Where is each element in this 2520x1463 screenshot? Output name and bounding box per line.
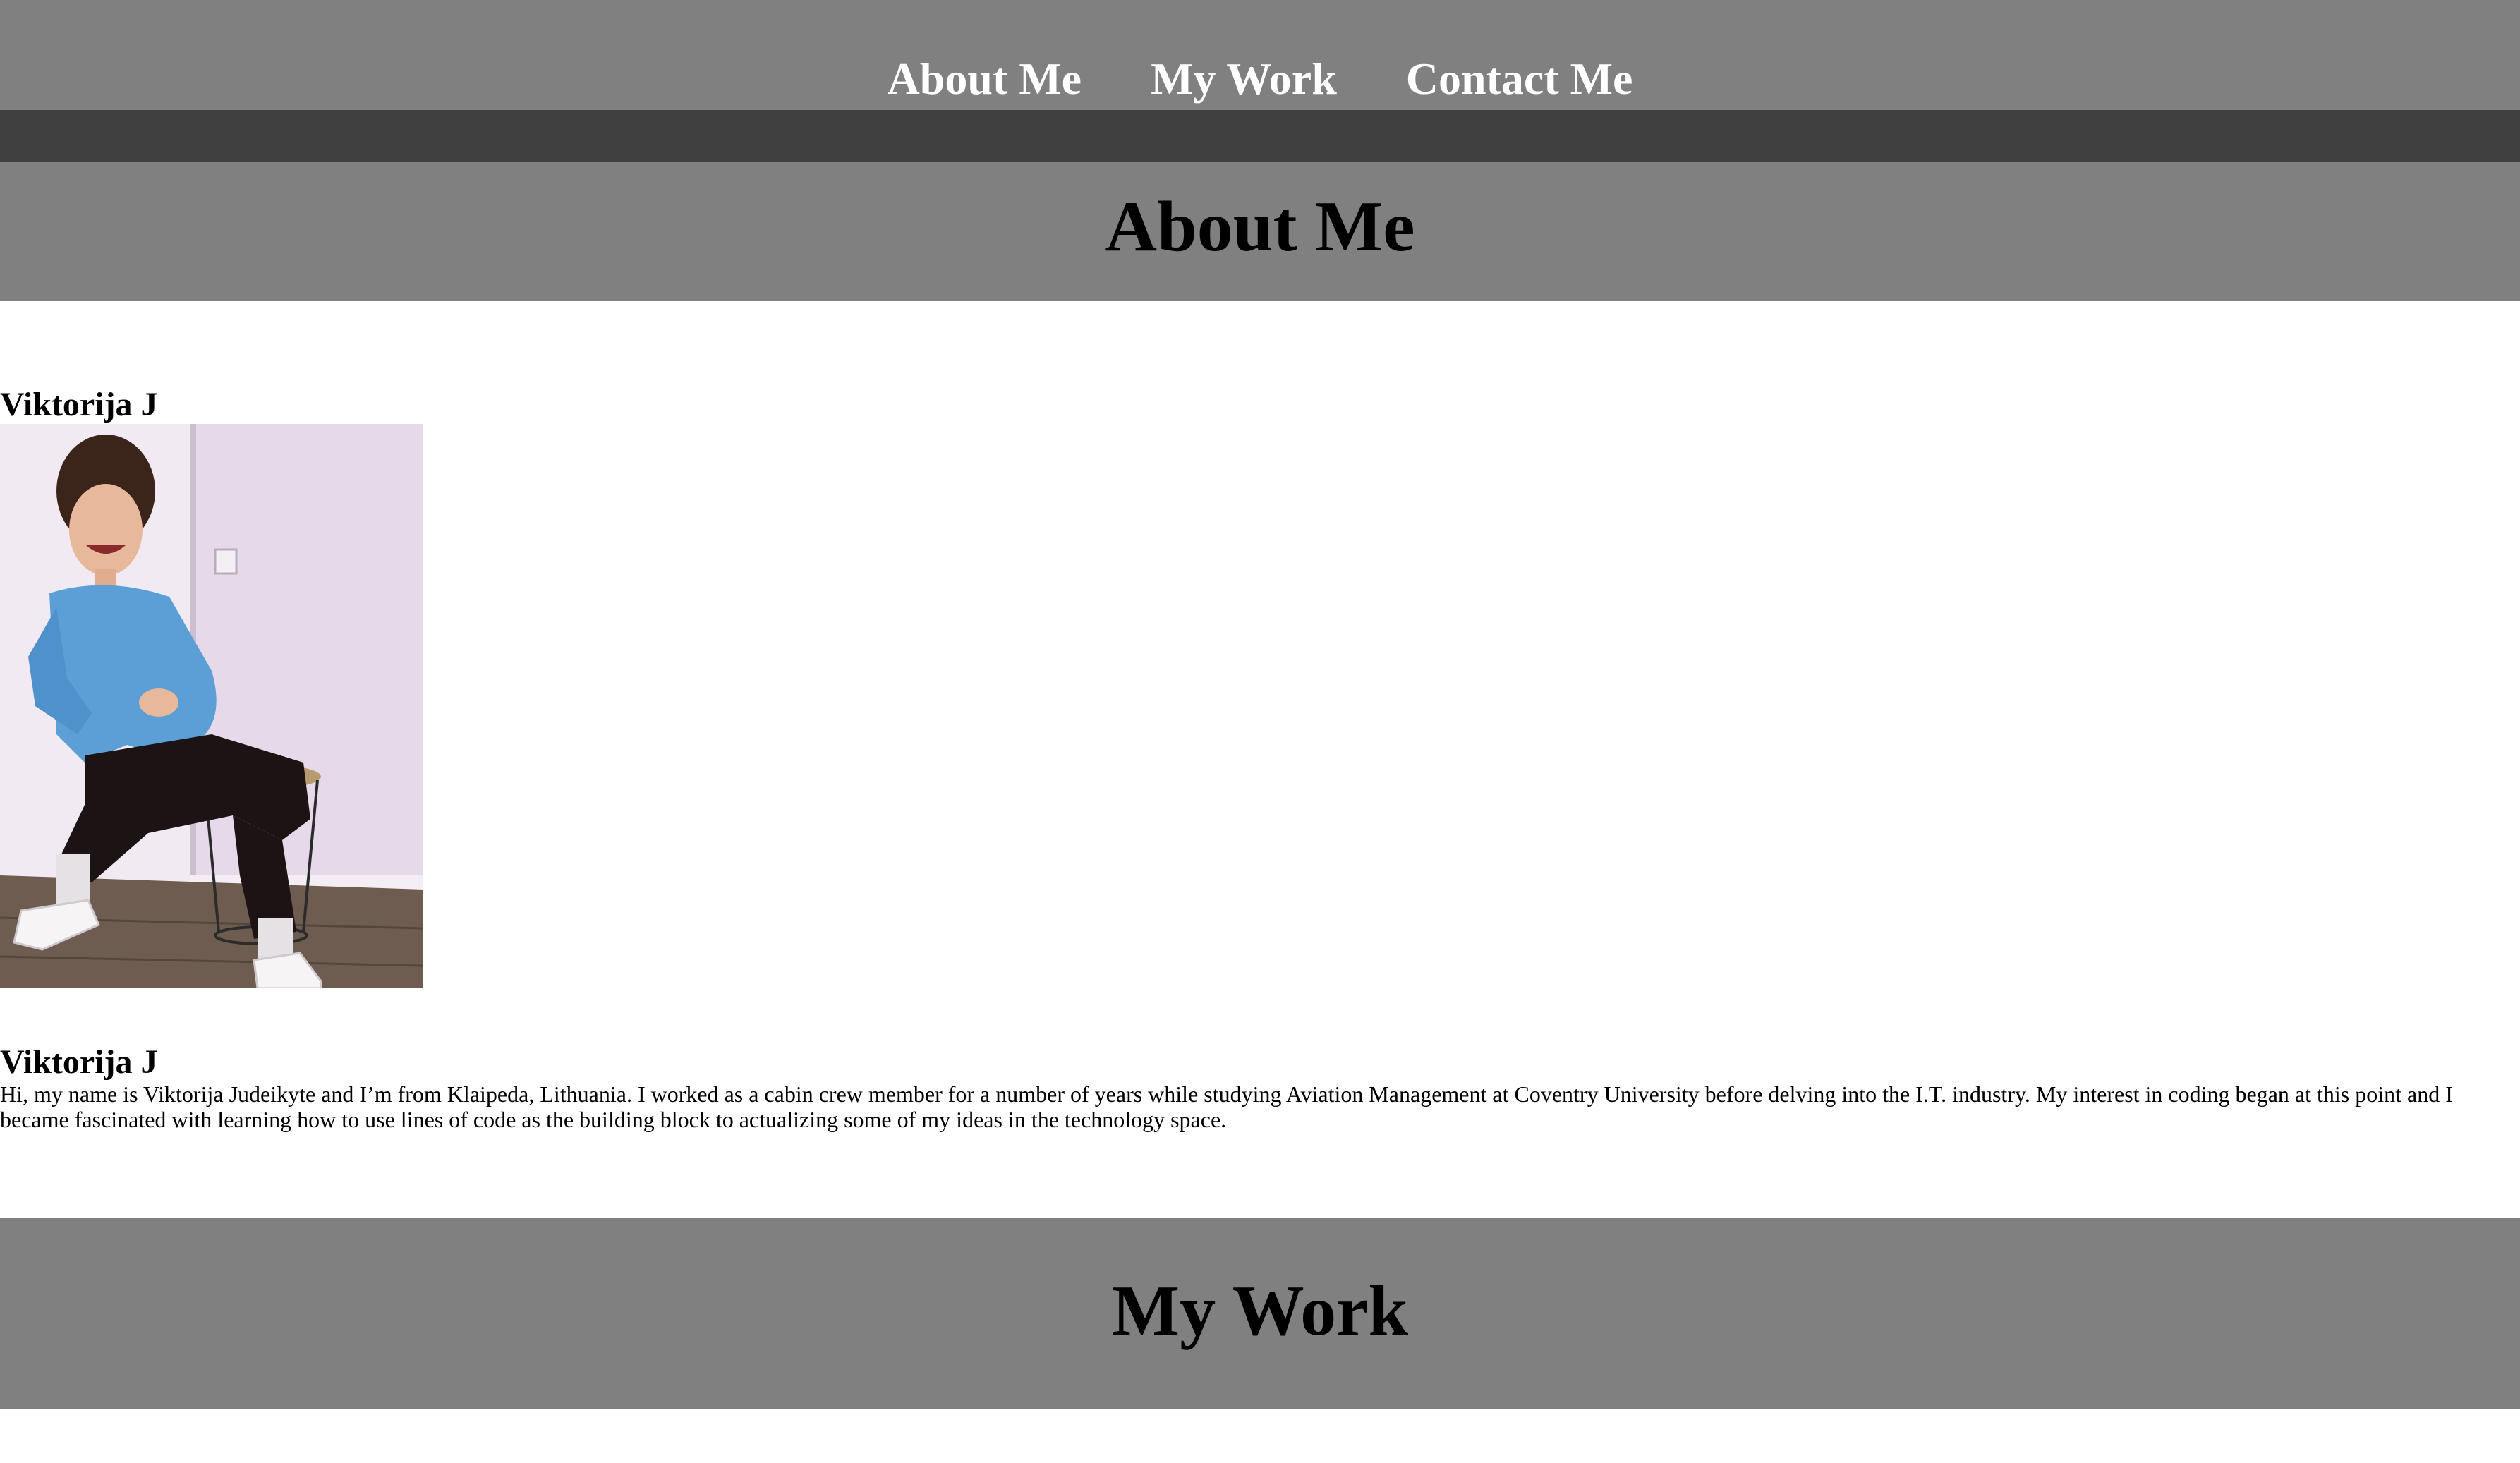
work-heading: My Work [1111,1271,1409,1351]
profile-name-bottom: Viktorija J [0,1043,158,1081]
nav-divider-strip [0,110,2520,162]
about-section-header: About Me [0,162,2520,301]
nav-link-about-me[interactable]: About Me [888,48,1082,110]
page: About Me My Work Contact Me About Me Vik… [0,0,2520,1463]
nav-links: About Me My Work Contact Me [0,48,2520,110]
work-section-header: My Work [0,1218,2520,1409]
bio-paragraph: Hi, my name is Viktorija Judeikyte and I… [0,1081,2453,1132]
profile-photo [0,424,423,988]
profile-name-top: Viktorija J [0,386,158,423]
nav-link-my-work[interactable]: My Work [1151,48,1337,110]
nav-link-contact-me[interactable]: Contact Me [1406,48,1633,110]
about-heading: About Me [1105,187,1415,267]
top-nav: About Me My Work Contact Me [0,0,2520,110]
profile-photo-illustration [0,424,423,988]
